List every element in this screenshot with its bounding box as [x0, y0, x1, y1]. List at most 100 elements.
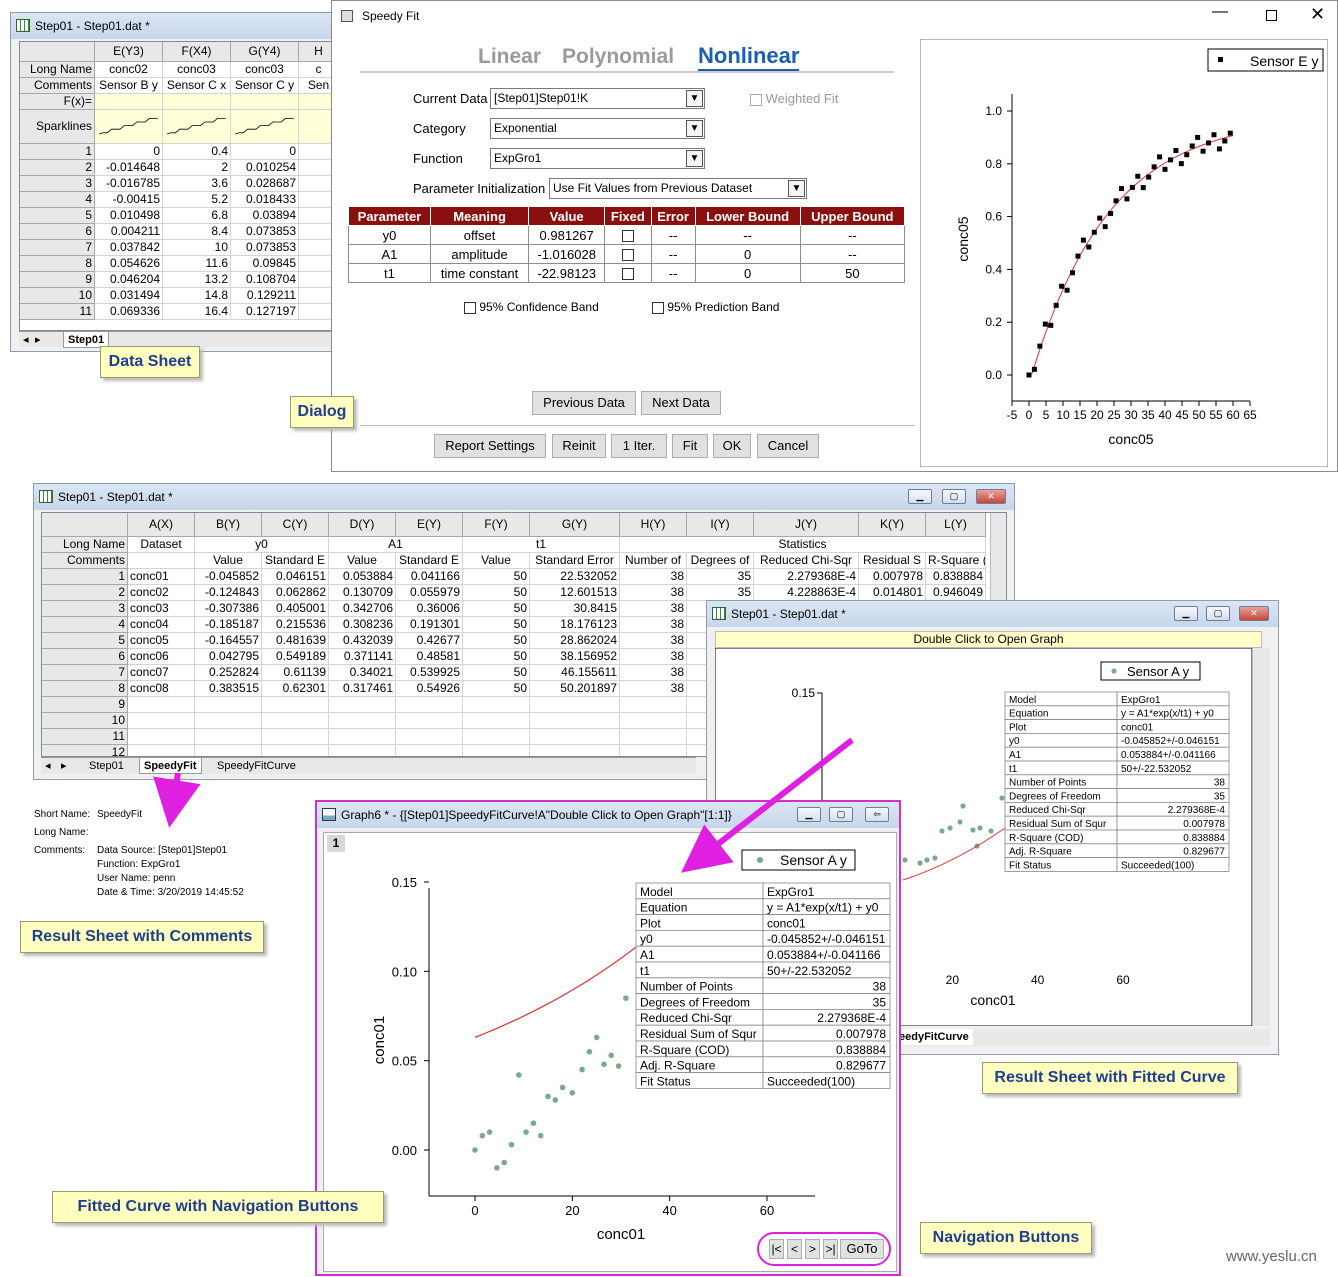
data-cell[interactable]: 0.342706	[329, 601, 396, 617]
data-cell[interactable]	[396, 713, 463, 729]
column-header[interactable]: F(X4)	[163, 42, 231, 62]
data-cell[interactable]: conc08	[128, 681, 195, 697]
data-cell[interactable]: 13.2	[163, 272, 231, 288]
data-cell[interactable]: 38	[620, 633, 687, 649]
close-icon[interactable]: ✕	[976, 489, 1006, 504]
comment-cell[interactable]: R-Square (	[926, 553, 986, 569]
close-icon[interactable]: ✕	[1239, 606, 1269, 621]
fit-button[interactable]: Fit	[672, 434, 708, 458]
cancel-button[interactable]: Cancel	[757, 434, 819, 458]
row-number[interactable]: 1	[42, 569, 128, 585]
param-lower[interactable]: 0	[694, 244, 801, 264]
corner-cell[interactable]	[20, 42, 95, 62]
data-cell[interactable]: 0.130709	[329, 585, 396, 601]
data-cell[interactable]	[262, 745, 329, 756]
param-upper[interactable]: --	[799, 244, 906, 264]
data-cell[interactable]: 0.037842	[95, 240, 163, 256]
data-cell[interactable]: 0.010254	[231, 160, 299, 176]
data-cell[interactable]: 0.09845	[231, 256, 299, 272]
data-cell[interactable]: 38	[620, 601, 687, 617]
data-cell[interactable]: 38	[620, 585, 687, 601]
column-header[interactable]: D(Y)	[329, 513, 396, 537]
long-name-cell[interactable]: t1	[463, 537, 620, 553]
data-cell[interactable]: 16.4	[163, 304, 231, 320]
data-cell[interactable]: 0.481639	[262, 633, 329, 649]
data-cell[interactable]: 0.108704	[231, 272, 299, 288]
comment-cell[interactable]: Standard E	[396, 553, 463, 569]
minimize-icon[interactable]: —	[1212, 3, 1228, 21]
column-header[interactable]: G(Y)	[530, 513, 620, 537]
fixed-checkbox[interactable]	[604, 244, 652, 264]
data-cell[interactable]: 0.62301	[262, 681, 329, 697]
data-cell[interactable]: 50	[463, 617, 530, 633]
column-header[interactable]: C(Y)	[262, 513, 329, 537]
comment-cell[interactable]: Value	[195, 553, 262, 569]
long-name-cell[interactable]: Statistics	[620, 537, 986, 553]
data-cell[interactable]	[396, 697, 463, 713]
data-cell[interactable]	[463, 745, 530, 756]
comment-cell[interactable]	[128, 553, 195, 569]
data-cell[interactable]: 12.601513	[530, 585, 620, 601]
column-header[interactable]: E(Y)	[396, 513, 463, 537]
sparkline-cell[interactable]	[95, 110, 163, 144]
data-cell[interactable]: 18.176123	[530, 617, 620, 633]
long-name-cell[interactable]: y0	[195, 537, 329, 553]
param-upper[interactable]: --	[799, 225, 906, 245]
param-value[interactable]: -22.98123	[528, 263, 606, 283]
first-data-button[interactable]: |<	[769, 1239, 784, 1259]
data-cell[interactable]	[128, 745, 195, 756]
maximize-icon[interactable]: ▢	[942, 489, 966, 504]
data-cell[interactable]: 38	[620, 681, 687, 697]
data-cell[interactable]	[329, 697, 396, 713]
data-cell[interactable]: 2.279368E-4	[754, 569, 859, 585]
data-cell[interactable]: 0.308236	[329, 617, 396, 633]
column-header[interactable]: F(Y)	[463, 513, 530, 537]
data-cell[interactable]: 0.61139	[262, 665, 329, 681]
data-cell[interactable]	[128, 697, 195, 713]
data-cell[interactable]: 0.053884	[329, 569, 396, 585]
data-cell[interactable]: 0.34021	[329, 665, 396, 681]
vertical-scrollbar[interactable]	[1252, 648, 1270, 1026]
goto-button[interactable]: GoTo	[840, 1239, 884, 1259]
corner-cell[interactable]	[42, 513, 128, 537]
formula-cell[interactable]	[231, 94, 299, 110]
column-header[interactable]: J(Y)	[754, 513, 859, 537]
row-number[interactable]: 3	[20, 176, 95, 192]
data-cell[interactable]: 50	[463, 681, 530, 697]
data-cell[interactable]: -0.014648	[95, 160, 163, 176]
param-value[interactable]: -1.016028	[528, 244, 606, 264]
data-cell[interactable]	[463, 713, 530, 729]
data-cell[interactable]: 11.6	[163, 256, 231, 272]
data-cell[interactable]: 0.42677	[396, 633, 463, 649]
weighted-fit-checkbox[interactable]: Weighted Fit	[750, 91, 838, 106]
data-cell[interactable]: 0.36006	[396, 601, 463, 617]
row-number[interactable]: 4	[20, 192, 95, 208]
data-cell[interactable]	[195, 745, 262, 756]
report-settings-button[interactable]: Report Settings	[434, 434, 546, 458]
data-cell[interactable]: 50	[463, 585, 530, 601]
row-number[interactable]: 4	[42, 617, 128, 633]
data-cell[interactable]	[530, 713, 620, 729]
fixed-checkbox[interactable]	[604, 225, 652, 245]
confidence-band-checkbox[interactable]: 95% Confidence Band	[464, 300, 599, 314]
scroll-left-icon[interactable]: ◂	[23, 332, 29, 348]
graph6-titlebar[interactable]: Graph6 * - {[Step01]SpeedyFitCurve!A"Dou…	[317, 802, 899, 828]
function-select[interactable]: ExpGro1 ▼	[490, 148, 705, 169]
data-cell[interactable]: 50	[463, 633, 530, 649]
data-cell[interactable]: 0.371141	[329, 649, 396, 665]
data-cell[interactable]: -0.124843	[195, 585, 262, 601]
row-number[interactable]: 8	[42, 681, 128, 697]
tab-nonlinear[interactable]: Nonlinear	[698, 43, 800, 71]
next-data-button[interactable]: >	[805, 1239, 820, 1259]
next-data-button[interactable]: Next Data	[641, 391, 721, 415]
data-cell[interactable]: 0.054626	[95, 256, 163, 272]
fitted-sheet-titlebar[interactable]: Step01 - Step01.dat * ▁ ▢ ✕	[707, 601, 1278, 627]
data-cell[interactable]	[620, 745, 687, 756]
data-cell[interactable]	[195, 697, 262, 713]
result-sheet-titlebar[interactable]: Step01 - Step01.dat * ▁ ▢ ✕	[34, 484, 1014, 510]
data-cell[interactable]	[262, 729, 329, 745]
data-cell[interactable]: 38	[620, 569, 687, 585]
tab-polynomial[interactable]: Polynomial	[562, 45, 674, 69]
row-number[interactable]: 9	[20, 272, 95, 288]
data-cell[interactable]: 50	[463, 665, 530, 681]
